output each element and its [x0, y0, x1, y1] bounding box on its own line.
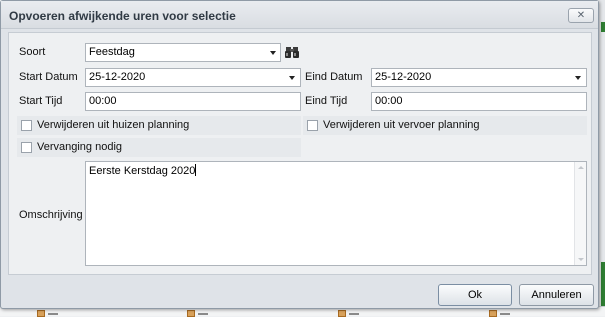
start-tijd-label: Start Tijd: [19, 95, 63, 107]
dialog-title: Opvoeren afwijkende uren voor selectie: [9, 9, 236, 23]
textarea-scrollbar[interactable]: [574, 162, 586, 265]
vervanging-label: Vervanging nodig: [37, 141, 123, 153]
background-marker: [601, 22, 605, 32]
dialog-body: Soort Feestdag Start Datum 25-12-2020 Ei…: [8, 32, 592, 275]
verwijderen-vervoer-label: Verwijderen uit vervoer planning: [323, 119, 480, 131]
dialog-titlebar[interactable]: Opvoeren afwijkende uren voor selectie ✕: [1, 1, 598, 29]
chevron-down-icon: [270, 51, 276, 55]
start-tijd-value: 00:00: [89, 95, 117, 107]
ok-button[interactable]: Ok: [438, 284, 512, 306]
chevron-down-icon: [575, 76, 581, 80]
eind-datum-value: 25-12-2020: [375, 71, 432, 83]
start-datum-label: Start Datum: [19, 71, 78, 83]
close-icon: ✕: [576, 10, 586, 21]
verwijderen-vervoer-checkbox[interactable]: [307, 120, 318, 131]
start-datum-value: 25-12-2020: [89, 71, 146, 83]
start-tijd-input[interactable]: 00:00: [85, 92, 301, 111]
text-caret: [195, 164, 197, 176]
cancel-button[interactable]: Annuleren: [519, 284, 594, 306]
vervanging-row[interactable]: Vervanging nodig: [17, 138, 301, 157]
verwijderen-huizen-row[interactable]: Verwijderen uit huizen planning: [17, 116, 301, 135]
eind-datum-label: Eind Datum: [305, 71, 363, 83]
scroll-up-icon[interactable]: [578, 166, 584, 169]
background-marker: [601, 262, 605, 306]
dialog-window: Opvoeren afwijkende uren voor selectie ✕…: [0, 0, 599, 309]
ok-button-label: Ok: [467, 289, 483, 301]
verwijderen-huizen-label: Verwijderen uit huizen planning: [37, 119, 190, 131]
binoculars-icon[interactable]: [284, 44, 300, 60]
omschrijving-textarea[interactable]: Eerste Kerstdag 2020: [85, 161, 587, 266]
verwijderen-vervoer-row[interactable]: Verwijderen uit vervoer planning: [303, 116, 587, 135]
soort-value: Feestdag: [89, 46, 135, 58]
verwijderen-huizen-checkbox[interactable]: [21, 120, 32, 131]
omschrijving-label: Omschrijving: [19, 209, 83, 221]
eind-tijd-value: 00:00: [375, 95, 403, 107]
omschrijving-value: Eerste Kerstdag 2020: [89, 165, 196, 177]
eind-tijd-input[interactable]: 00:00: [371, 92, 587, 111]
soort-label: Soort: [19, 46, 46, 58]
eind-datum-picker[interactable]: 25-12-2020: [371, 68, 587, 87]
cancel-button-label: Annuleren: [531, 289, 582, 301]
scroll-down-icon[interactable]: [578, 258, 584, 261]
close-button[interactable]: ✕: [568, 8, 594, 23]
soort-select[interactable]: Feestdag: [85, 43, 281, 62]
start-datum-picker[interactable]: 25-12-2020: [85, 68, 301, 87]
chevron-down-icon: [289, 76, 295, 80]
eind-tijd-label: Eind Tijd: [305, 95, 348, 107]
vervanging-checkbox[interactable]: [21, 142, 32, 153]
